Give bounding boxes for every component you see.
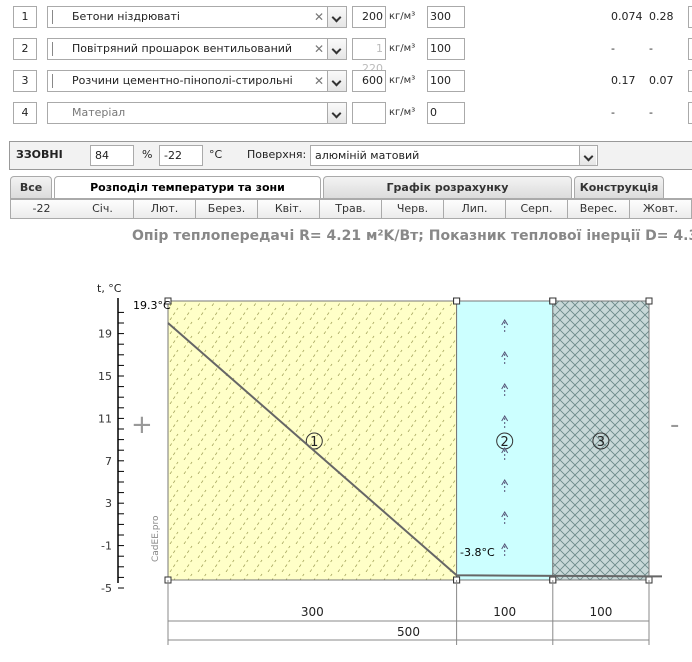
dimension-label: 100	[589, 605, 612, 619]
material-name: Повітряний прошарок вентильований	[72, 42, 293, 55]
mu-value: 0.28	[649, 10, 674, 23]
outside-label: ЗЗОВНІ	[16, 148, 63, 161]
row-extra-field[interactable]	[688, 102, 692, 124]
heat-transfer-summary: Опір теплопередачі R= 4.21 м²K/Вт; Показ…	[132, 228, 692, 244]
density-input[interactable]: 1 220	[352, 38, 386, 75]
month-selector: -22 Січ. Лют. Берез. Квіт. Трав. Черв. Лип. Серп…	[10, 199, 692, 219]
month-cell[interactable]: Січ.	[72, 199, 134, 219]
humidity-unit: %	[142, 148, 153, 161]
inner-surface-temperature: 19.3°C	[133, 299, 171, 312]
material-select[interactable]: Розчини цементно-пінополі-стирольні ✕	[47, 70, 347, 92]
y-axis-tick-label: 15	[98, 370, 112, 383]
month-cell[interactable]: Квіт.	[258, 199, 320, 219]
material-swatch-icon	[52, 42, 65, 56]
month-cell[interactable]: Верес.	[568, 199, 630, 219]
material-name: Матеріал	[72, 106, 126, 119]
y-axis-tick-label: 7	[105, 455, 112, 468]
y-axis-tick-label: -5	[101, 582, 112, 595]
tab-1[interactable]: Розподіл температури та зони зволоження	[54, 176, 321, 215]
tab-2[interactable]: Графік розрахунку вологонакопичення	[323, 176, 572, 215]
mu-value: 0.07	[649, 74, 674, 87]
density-input[interactable]: 200	[352, 6, 386, 28]
y-axis-tick-label: 11	[98, 412, 112, 425]
y-axis-tick-label: -1	[101, 540, 112, 553]
material-select[interactable]: Повітряний прошарок вентильований ✕	[47, 38, 347, 60]
lambda-value: -	[611, 42, 615, 55]
mu-value: -	[649, 106, 653, 119]
mu-value: -	[649, 42, 653, 55]
material-row: 3 Розчини цементно-пінополі-стирольні ✕ 600…	[0, 70, 692, 96]
row-number: 2	[13, 38, 37, 60]
material-row: 1 Бетони ніздрюваті ✕ 200 кг/м³ 300 0.074 0.28	[0, 6, 692, 32]
row-extra-field[interactable]	[688, 70, 692, 92]
surface-select-value: алюміній матовий	[315, 149, 420, 162]
dimension-label: 100	[493, 605, 516, 619]
lambda-value: 0.074	[611, 10, 643, 23]
month-cell[interactable]: Берез.	[196, 199, 258, 219]
thickness-input[interactable]: 0	[427, 102, 465, 124]
chevron-down-icon[interactable]	[579, 146, 596, 165]
clear-icon[interactable]: ✕	[312, 7, 326, 27]
corner-handle	[453, 297, 461, 305]
y-axis-title: t, °C	[97, 282, 122, 295]
row-number: 1	[13, 6, 37, 28]
month-cell[interactable]: Серп.	[506, 199, 568, 219]
total-dimension-label: 500	[397, 625, 420, 639]
dimension-label: 300	[301, 605, 324, 619]
clear-icon[interactable]: ✕	[312, 71, 326, 91]
humidity-input[interactable]: 84	[90, 145, 134, 166]
corner-handle	[645, 297, 653, 305]
thickness-input[interactable]: 100	[427, 70, 465, 92]
tab-0[interactable]: Все	[10, 176, 52, 198]
clear-icon[interactable]: ✕	[312, 39, 326, 59]
month-cell[interactable]: Жовт.	[630, 199, 692, 219]
month-cell[interactable]: -22	[10, 199, 73, 219]
material-name: Бетони ніздрюваті	[72, 10, 180, 23]
surface-select[interactable]: алюміній матовий	[310, 145, 598, 166]
chevron-down-icon[interactable]	[327, 103, 346, 123]
chevron-down-icon[interactable]	[327, 71, 346, 91]
material-row: 4 Матеріал кг/м³ 0 - -	[0, 102, 692, 128]
layer-number-label: 3	[597, 435, 605, 450]
surface-label: Поверхня:	[247, 148, 307, 161]
material-swatch-icon	[52, 74, 65, 88]
row-extra-field[interactable]	[688, 38, 692, 60]
density-input[interactable]	[352, 102, 386, 124]
y-axis-tick-label: 3	[105, 497, 112, 510]
outside-temperature-input[interactable]: -22	[159, 145, 203, 166]
row-extra-field[interactable]	[688, 6, 692, 28]
tab-3[interactable]: Конструкція	[574, 176, 664, 198]
material-row: 2 Повітряний прошарок вентильований ✕ 1 220…	[0, 38, 692, 75]
y-axis-tick-label: 19	[98, 328, 112, 341]
material-name: Розчини цементно-пінополі-стирольні	[72, 74, 293, 87]
watermark-text: CadEE.pro	[151, 515, 161, 562]
lambda-value: 0.17	[611, 74, 636, 87]
month-cell[interactable]: Черв.	[382, 199, 444, 219]
material-swatch-icon	[52, 10, 65, 24]
temperature-unit: °C	[209, 148, 223, 161]
corner-handle	[549, 297, 557, 305]
density-unit: кг/м³	[389, 75, 416, 86]
boundary-temperature: -3.8°C	[460, 546, 495, 559]
month-cell[interactable]: Лют.	[134, 199, 196, 219]
material-select[interactable]: Матеріал	[47, 102, 347, 124]
lambda-value: -	[611, 106, 615, 119]
density-unit: кг/м³	[389, 43, 416, 54]
thickness-input[interactable]: 100	[427, 38, 465, 60]
chevron-down-icon[interactable]	[327, 39, 346, 59]
material-select[interactable]: Бетони ніздрюваті ✕	[47, 6, 347, 28]
density-unit: кг/м³	[389, 107, 416, 118]
thickness-input[interactable]: 300	[427, 6, 465, 28]
density-input[interactable]: 600	[352, 70, 386, 92]
outside-conditions-bar: ЗЗОВНІ 84 % -22 °C Поверхня: алюміній ма…	[9, 141, 692, 170]
temperature-distribution-chart: 13002100310050019151173-1-5t, °CCadEE.pr…	[97, 282, 662, 645]
chevron-down-icon[interactable]	[327, 7, 346, 27]
density-unit: кг/м³	[389, 11, 416, 22]
row-number: 4	[13, 102, 37, 124]
row-number: 3	[13, 70, 37, 92]
month-cell[interactable]: Трав.	[320, 199, 382, 219]
month-cell[interactable]: Лип.	[444, 199, 506, 219]
